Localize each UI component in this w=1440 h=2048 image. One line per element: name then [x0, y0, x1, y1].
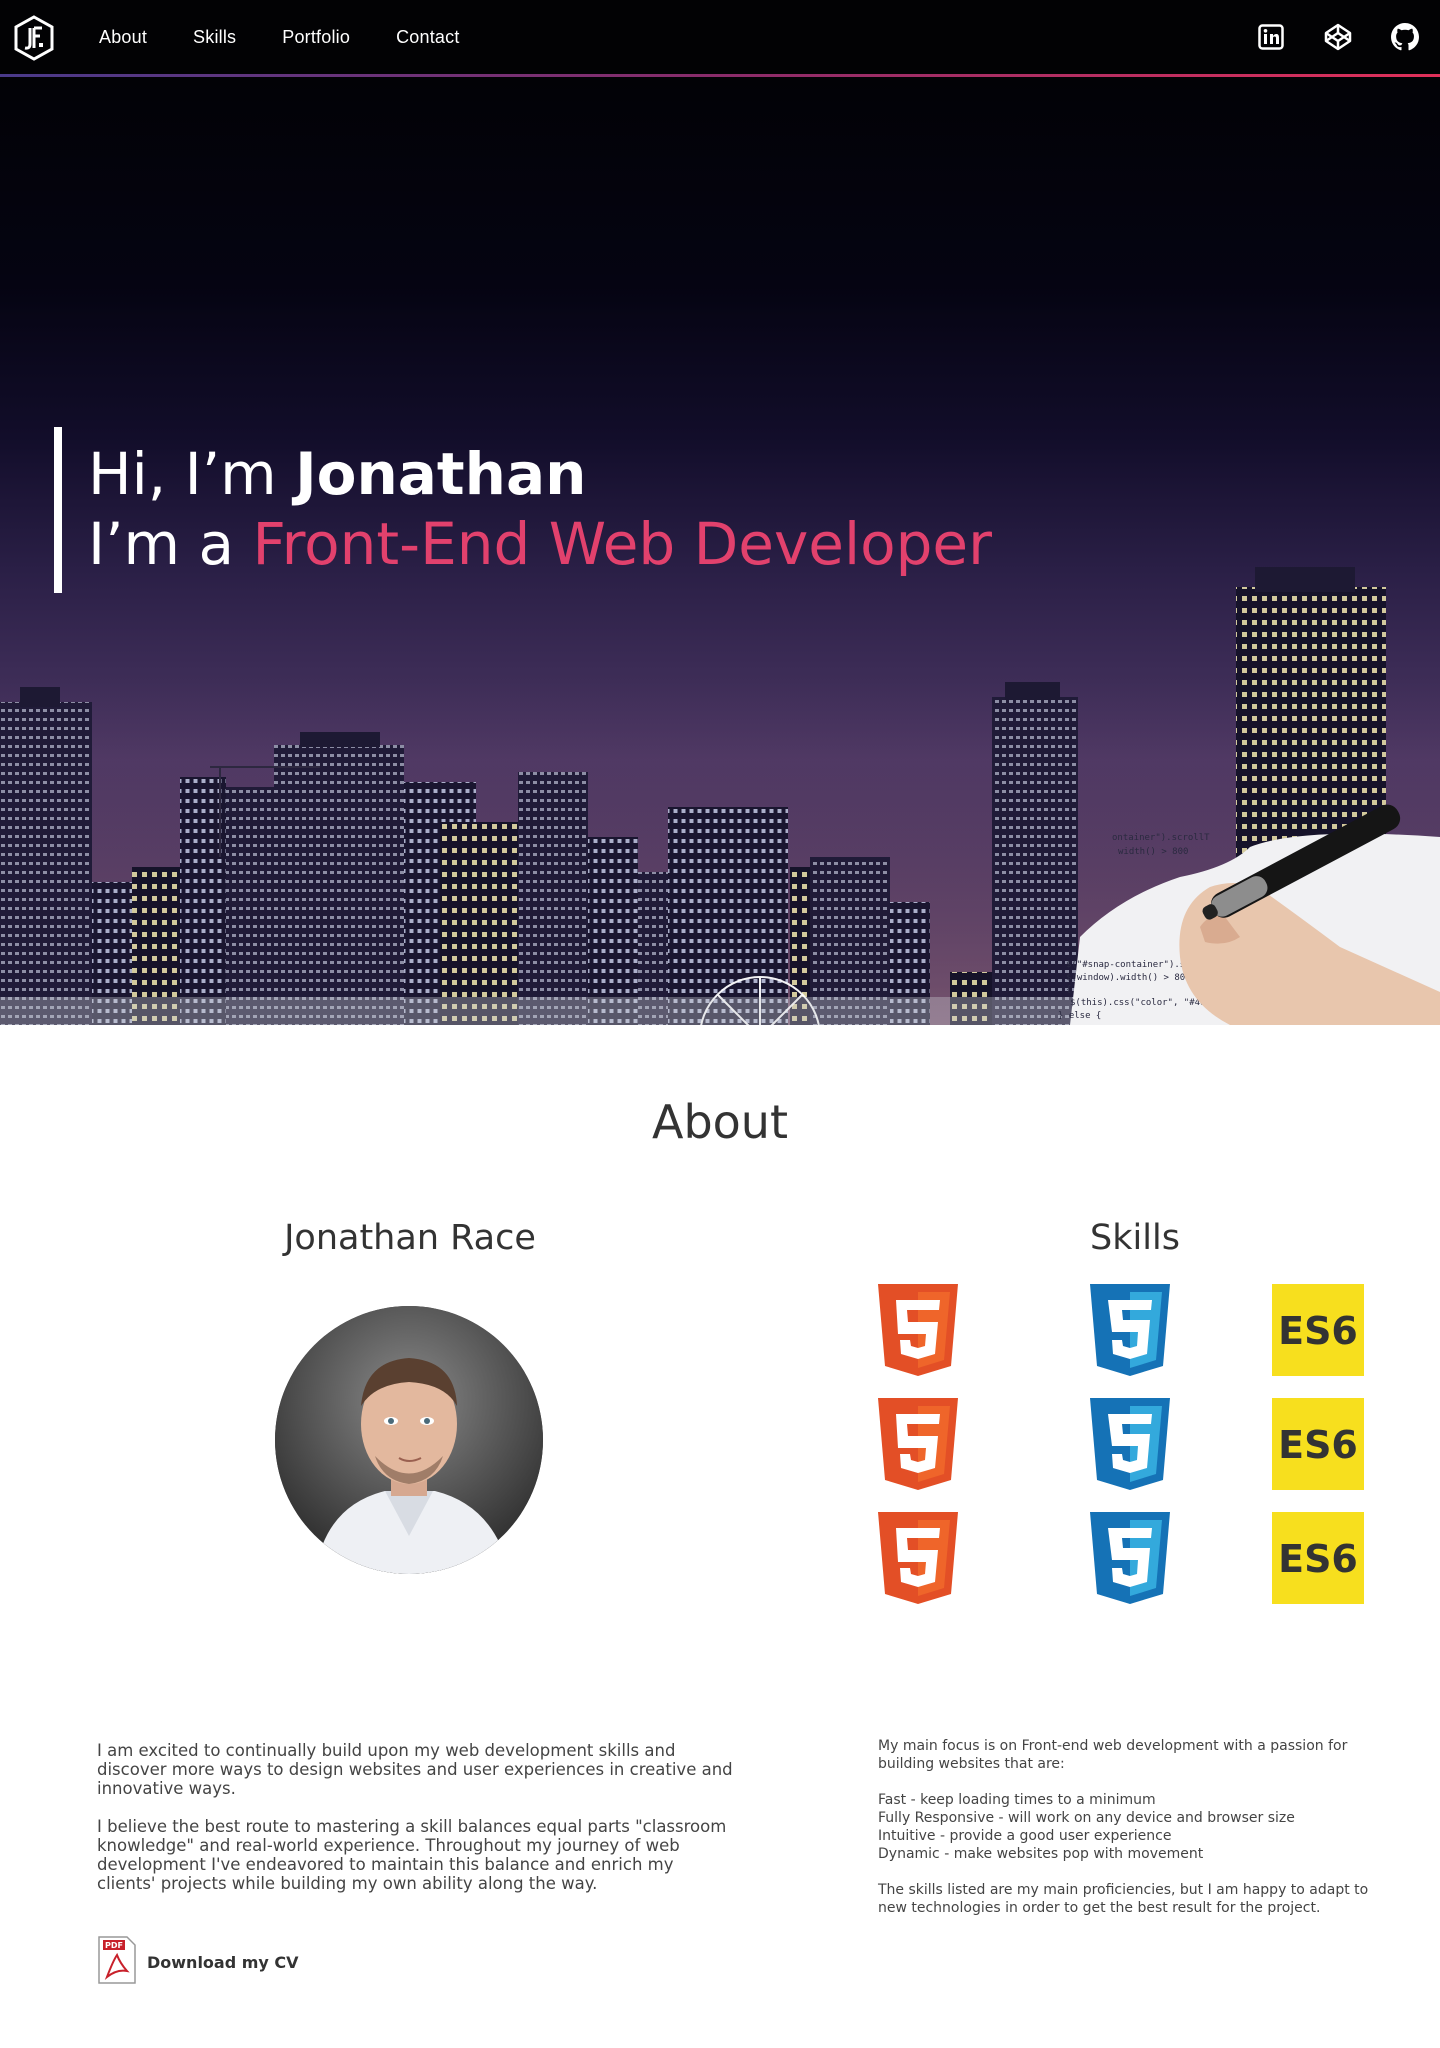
code-line: } else {: [1058, 1011, 1101, 1021]
hero-role: Front-End Web Developer: [252, 510, 992, 578]
html5-icon: [870, 1282, 966, 1378]
svg-text:ES6: ES6: [1278, 1309, 1358, 1353]
focus-list-item: Intuitive - provide a good user experien…: [878, 1828, 1172, 1844]
nav-about-link[interactable]: About: [99, 27, 147, 48]
about-section-title: About: [651, 1095, 788, 1149]
css3-icon: [1082, 1396, 1178, 1492]
profile-name: Jonathan Race: [284, 1218, 536, 1258]
focus-list-item: Dynamic - make websites pop with movemen…: [878, 1846, 1204, 1862]
logo-icon[interactable]: [13, 15, 55, 61]
nav-links: About Skills Portfolio Contact: [99, 0, 506, 74]
codepen-icon[interactable]: [1323, 22, 1353, 52]
role-prefix: I’m a: [88, 510, 253, 578]
focus-list-item: Fast - keep loading times to a minimum: [878, 1792, 1156, 1808]
svg-text:ES6: ES6: [1278, 1537, 1358, 1581]
github-icon[interactable]: [1390, 22, 1420, 52]
focus-list-item: Fully Responsive - will work on any devi…: [878, 1810, 1295, 1826]
profile-avatar: [275, 1306, 543, 1574]
css3-icon: [1082, 1282, 1178, 1378]
skills-grid: ES6 ES6 ES6: [870, 1282, 1390, 1612]
html5-icon: [870, 1396, 966, 1492]
es6-icon: ES6: [1270, 1510, 1366, 1606]
hero-banner: ontainer").scrollT width() > 800 $("#sna…: [0, 77, 1440, 1025]
nav-skills-link[interactable]: Skills: [193, 27, 236, 48]
focus-intro: My main focus is on Front-end web develo…: [878, 1738, 1348, 1772]
nav-accent-line: [0, 74, 1440, 77]
hero-greeting: Hi, I’m Jonathan: [88, 439, 992, 509]
linkedin-icon[interactable]: [1256, 22, 1286, 52]
download-cv-link[interactable]: PDF Download my CV: [97, 1935, 299, 1990]
code-line: width() > 800: [1118, 847, 1188, 857]
hero-headline: Hi, I’m Jonathan I’m a Front-End Web Dev…: [54, 427, 992, 593]
svg-text:ES6: ES6: [1278, 1423, 1358, 1467]
code-line: ontainer").scrollT: [1112, 833, 1210, 843]
focus-list: Fast - keep loading times to a minimum F…: [878, 1791, 1378, 1863]
hero-role-line: I’m a Front-End Web Developer: [88, 509, 992, 579]
nav-portfolio-link[interactable]: Portfolio: [282, 27, 350, 48]
about-paragraph: I believe the best route to mastering a …: [97, 1817, 727, 1893]
es6-icon: ES6: [1270, 1282, 1366, 1378]
top-navbar: About Skills Portfolio Contact: [0, 0, 1440, 74]
code-line: $(window).width() > 800: [1066, 973, 1191, 983]
nav-contact-link[interactable]: Contact: [396, 27, 459, 48]
greeting-text: Hi, I’m: [88, 440, 296, 508]
pdf-icon: PDF: [97, 1935, 137, 1990]
skills-title: Skills: [1090, 1218, 1180, 1258]
html5-icon: [870, 1510, 966, 1606]
svg-text:PDF: PDF: [105, 1941, 123, 1950]
cv-label: Download my CV: [147, 1953, 299, 1972]
css3-icon: [1082, 1510, 1178, 1606]
code-line: {: [1066, 985, 1071, 995]
focus-outro: The skills listed are my main proficienc…: [878, 1882, 1369, 1916]
hero-name: Jonathan: [295, 440, 587, 508]
es6-icon: ES6: [1270, 1396, 1366, 1492]
about-paragraph: I am excited to continually build upon m…: [97, 1741, 733, 1798]
social-links: [1256, 0, 1440, 74]
